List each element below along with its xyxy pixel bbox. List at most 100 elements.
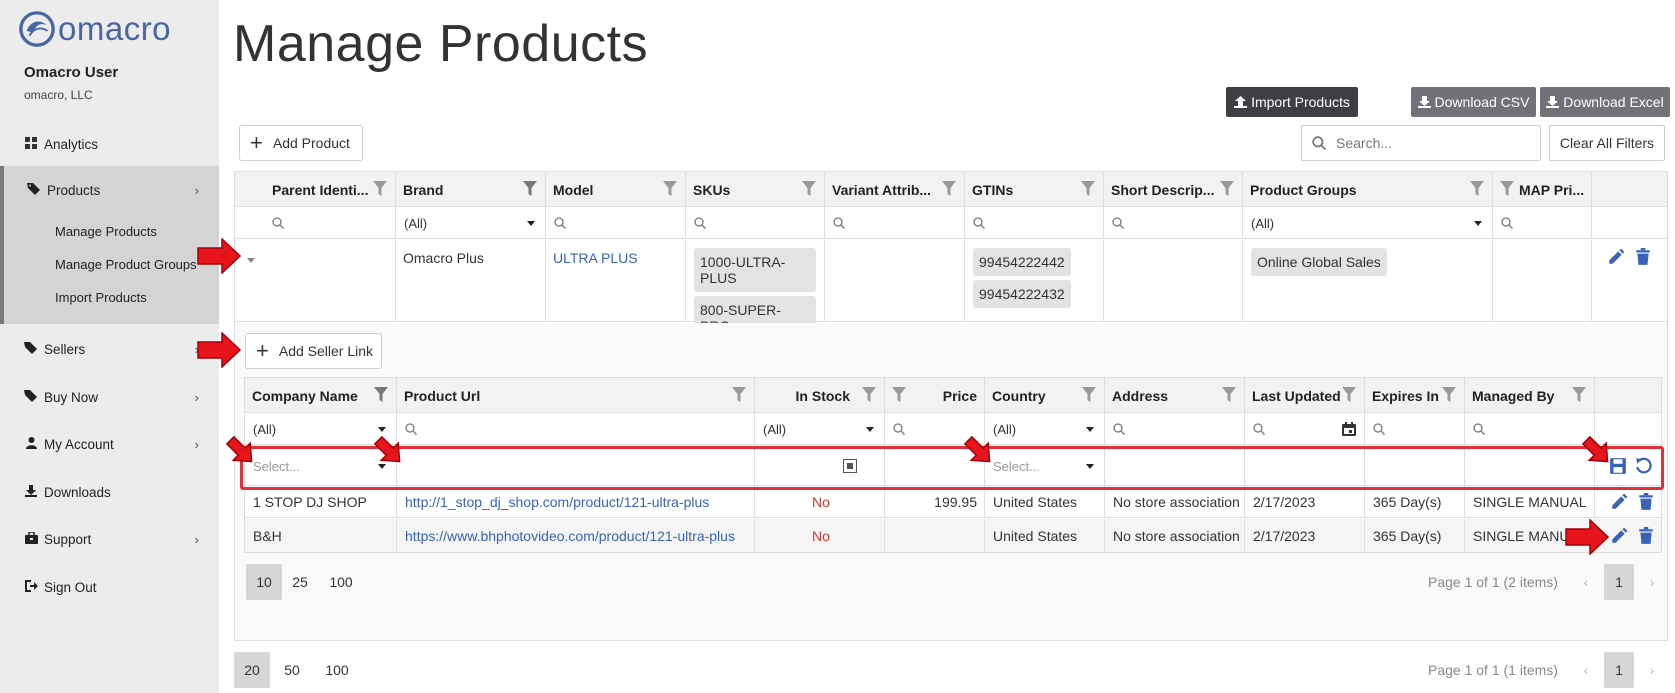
sidebar-sub-manage-products[interactable]: Manage Products: [55, 224, 157, 239]
col-header-product-url[interactable]: Product Url: [397, 378, 755, 413]
sidebar-item-sellers[interactable]: Sellers ›: [0, 331, 219, 367]
col-header-last-updated[interactable]: Last Updated: [1245, 378, 1365, 413]
brand-logo[interactable]: omacro: [18, 10, 171, 48]
expand-row-cell[interactable]: [235, 240, 396, 322]
col-header-model[interactable]: Model: [546, 172, 686, 207]
filter-model[interactable]: [546, 207, 686, 239]
filter-skus[interactable]: [686, 207, 825, 239]
filter-funnel-icon[interactable]: [1081, 181, 1095, 197]
filter-funnel-icon[interactable]: [663, 181, 677, 197]
download-excel-button[interactable]: Download Excel: [1540, 87, 1670, 117]
sidebar-item-buy-now[interactable]: Buy Now ›: [0, 379, 219, 415]
sidebar-item-downloads[interactable]: Downloads: [0, 474, 219, 510]
filter-funnel-icon[interactable]: [1220, 181, 1234, 197]
page-size-option[interactable]: 50: [270, 652, 314, 688]
sidebar-item-my-account[interactable]: My Account ›: [0, 426, 219, 462]
delete-trash-icon[interactable]: [1637, 527, 1655, 545]
add-seller-link-button[interactable]: + Add Seller Link: [245, 333, 382, 369]
filter-map-price[interactable]: [1493, 207, 1592, 239]
filter-funnel-icon[interactable]: [732, 387, 746, 403]
seller-product-url-link[interactable]: https://www.bhphotovideo.com/product/121…: [397, 519, 755, 552]
filter-funnel-icon[interactable]: [892, 387, 906, 403]
chevron-right-icon[interactable]: ›: [1634, 652, 1670, 688]
filter-managed-by[interactable]: [1465, 413, 1595, 445]
chevron-right-icon: ›: [194, 389, 199, 405]
add-product-button[interactable]: + Add Product: [239, 125, 363, 161]
sidebar-sub-manage-product-groups[interactable]: Manage Product Groups: [55, 257, 197, 272]
sidebar-item-products[interactable]: Products ›: [0, 172, 219, 208]
col-header-map-price[interactable]: MAP Pri...: [1493, 172, 1592, 207]
col-header-product-groups[interactable]: Product Groups: [1243, 172, 1493, 207]
search-input[interactable]: [1334, 134, 1524, 152]
col-header-actions: [1592, 172, 1667, 207]
filter-funnel-icon[interactable]: [374, 387, 388, 403]
col-header-expires-in[interactable]: Expires In: [1365, 378, 1465, 413]
col-header-short-description[interactable]: Short Descrip...: [1104, 172, 1243, 207]
collapse-caret-icon[interactable]: [247, 258, 255, 263]
page-number[interactable]: 1: [1604, 652, 1634, 688]
sidebar-item-support[interactable]: Support ›: [0, 521, 219, 557]
page-size-option[interactable]: 100: [314, 652, 360, 688]
filter-expires-in[interactable]: [1365, 413, 1465, 445]
edit-pencil-icon[interactable]: [1610, 493, 1628, 511]
clear-all-filters-button[interactable]: Clear All Filters: [1549, 125, 1665, 161]
filter-short-description[interactable]: [1104, 207, 1243, 239]
col-header-address[interactable]: Address: [1105, 378, 1245, 413]
col-header-managed-by[interactable]: Managed By: [1465, 378, 1595, 413]
col-header-country[interactable]: Country: [985, 378, 1105, 413]
chevron-right-icon[interactable]: ›: [1634, 564, 1670, 600]
page-size-option[interactable]: 100: [318, 564, 364, 600]
filter-product-groups-select[interactable]: (All): [1243, 207, 1493, 239]
filter-variant-attributes[interactable]: [825, 207, 965, 239]
filter-gtins[interactable]: [965, 207, 1104, 239]
page-size-option[interactable]: 20: [234, 652, 270, 688]
page-size-option[interactable]: 25: [282, 564, 318, 600]
col-header-in-stock[interactable]: In Stock: [755, 378, 885, 413]
col-header-parent-identifier[interactable]: Parent Identi...: [235, 172, 396, 207]
filter-funnel-icon[interactable]: [942, 181, 956, 197]
filter-in-stock-select[interactable]: (All): [755, 413, 885, 445]
col-header-gtins[interactable]: GTINs: [965, 172, 1104, 207]
delete-trash-icon[interactable]: [1637, 493, 1655, 511]
col-header-price[interactable]: Price: [885, 378, 985, 413]
add-seller-link-label: Add Seller Link: [278, 343, 374, 359]
search-icon: [893, 423, 905, 435]
filter-product-url[interactable]: [397, 413, 755, 445]
filter-funnel-icon[interactable]: [862, 387, 876, 403]
chevron-left-icon[interactable]: ‹: [1568, 564, 1604, 600]
filter-funnel-icon[interactable]: [373, 181, 387, 197]
col-header-variant-attributes[interactable]: Variant Attrib...: [825, 172, 965, 207]
import-products-button[interactable]: Import Products: [1226, 87, 1358, 117]
search-field[interactable]: [1301, 125, 1541, 161]
filter-funnel-icon[interactable]: [1222, 387, 1236, 403]
filter-brand-select[interactable]: (All): [396, 207, 546, 239]
sidebar-item-analytics[interactable]: Analytics: [0, 126, 219, 162]
filter-funnel-icon[interactable]: [1470, 181, 1484, 197]
filter-funnel-icon[interactable]: [523, 181, 537, 197]
seller-product-url-link[interactable]: http://1_stop_dj_shop.com/product/121-ul…: [397, 486, 755, 518]
filter-parent-identifier[interactable]: [235, 207, 396, 239]
filter-last-updated[interactable]: [1245, 413, 1365, 445]
filter-funnel-icon[interactable]: [802, 181, 816, 197]
product-model-link[interactable]: ULTRA PLUS: [546, 240, 686, 322]
filter-funnel-icon[interactable]: [1342, 387, 1356, 403]
filter-funnel-icon[interactable]: [1500, 181, 1514, 197]
filter-funnel-icon[interactable]: [1442, 387, 1456, 403]
sidebar-sub-import-products[interactable]: Import Products: [55, 290, 147, 305]
edit-pencil-icon[interactable]: [1607, 248, 1625, 266]
sidebar-item-sign-out[interactable]: Sign Out: [0, 569, 219, 605]
page-number[interactable]: 1: [1604, 564, 1634, 600]
calendar-icon[interactable]: [1342, 422, 1356, 436]
delete-trash-icon[interactable]: [1634, 248, 1652, 266]
download-csv-button[interactable]: Download CSV: [1411, 87, 1536, 117]
col-header-skus[interactable]: SKUs: [686, 172, 825, 207]
filter-country-select[interactable]: (All): [985, 413, 1105, 445]
page-size-option[interactable]: 10: [246, 564, 282, 600]
filter-address[interactable]: [1105, 413, 1245, 445]
filter-funnel-icon[interactable]: [1082, 387, 1096, 403]
col-header-company-name[interactable]: Company Name: [245, 378, 397, 413]
col-header-brand[interactable]: Brand: [396, 172, 546, 207]
chevron-left-icon[interactable]: ‹: [1568, 652, 1604, 688]
filter-funnel-icon[interactable]: [1572, 387, 1586, 403]
edit-pencil-icon[interactable]: [1610, 527, 1628, 545]
